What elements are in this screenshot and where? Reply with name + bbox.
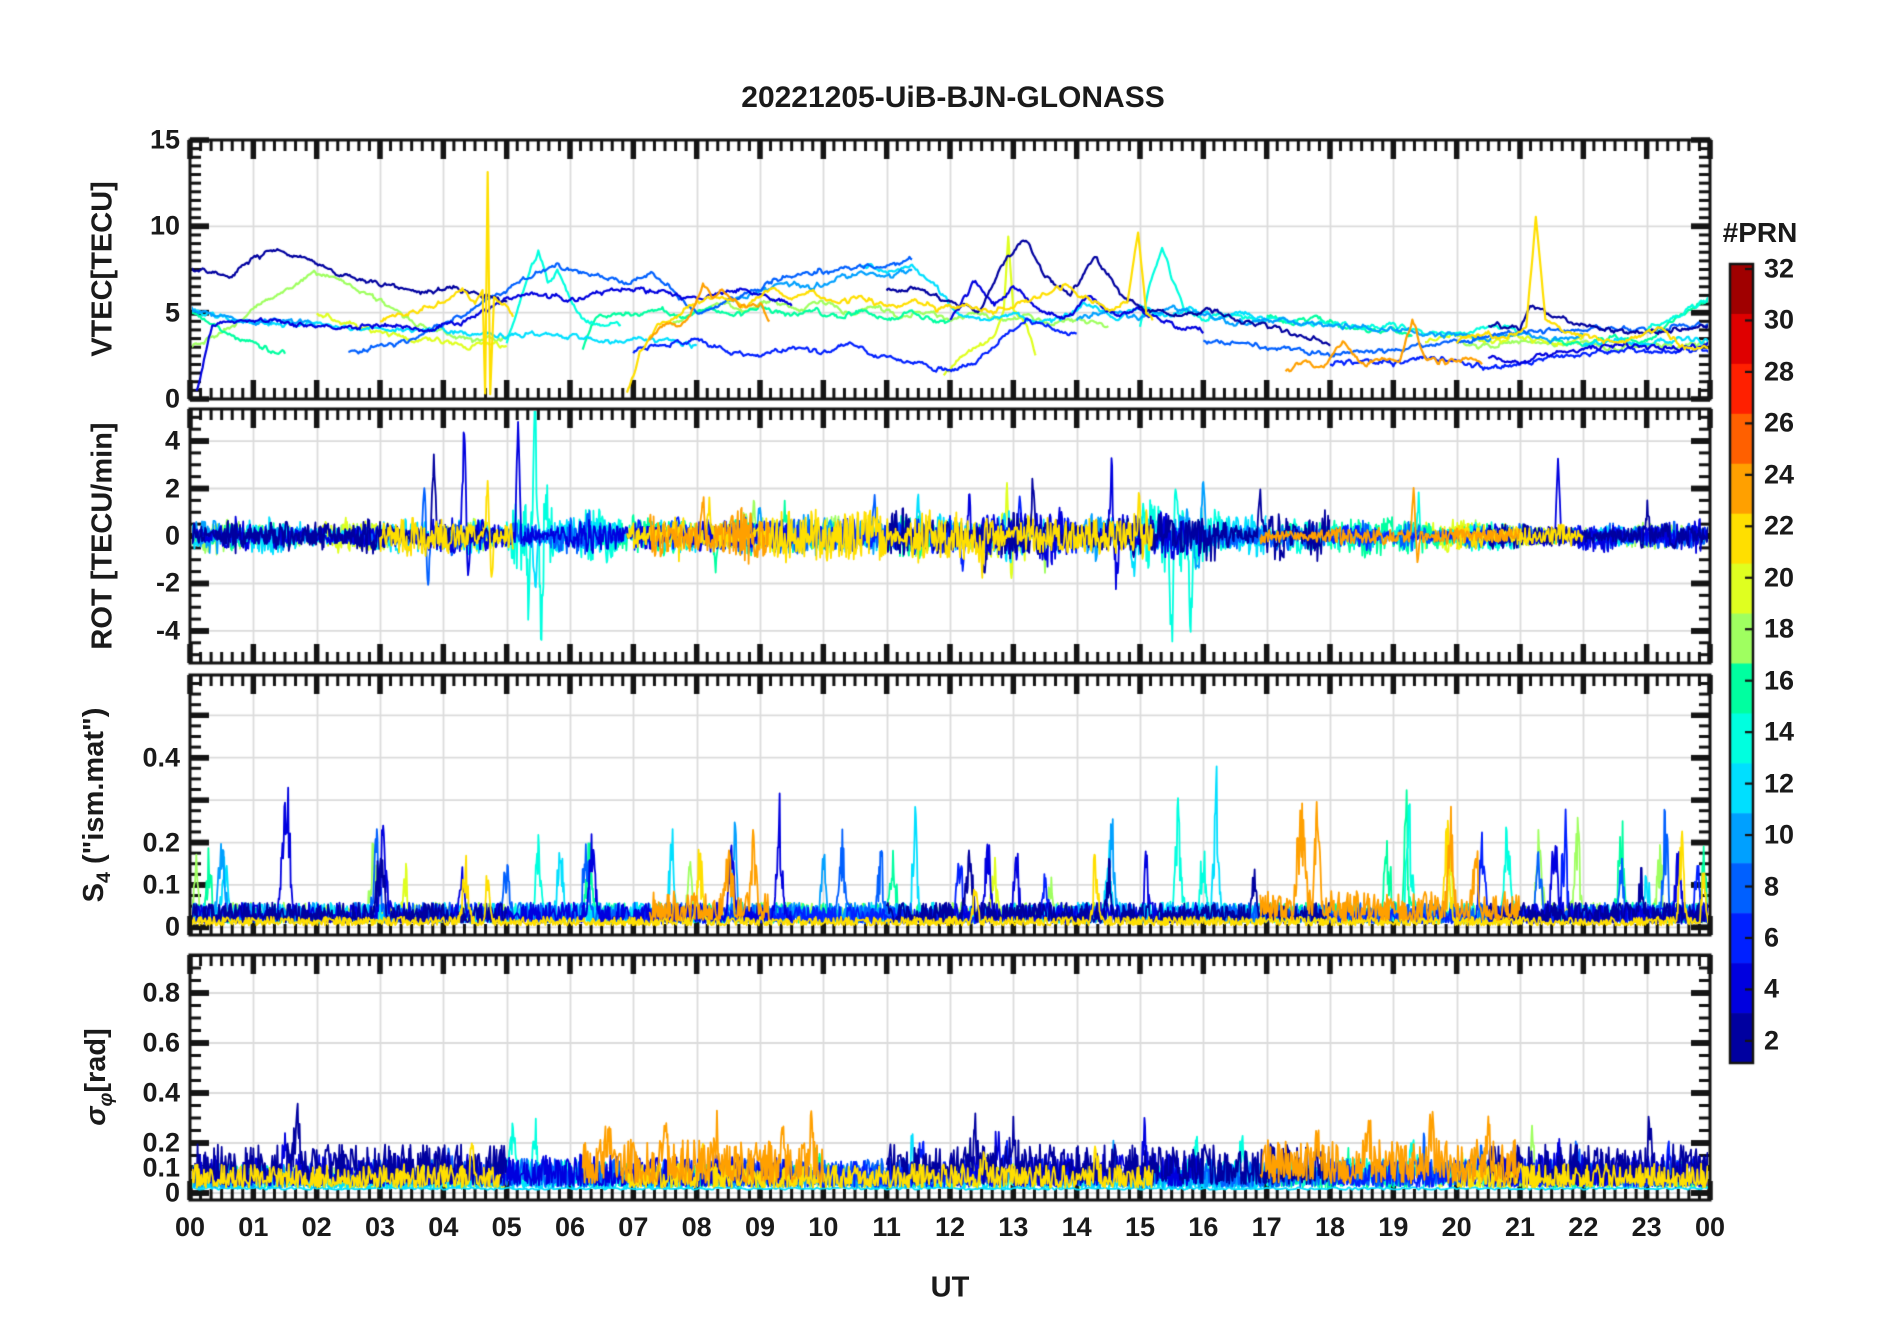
chart-title: 20221205-UiB-BJN-GLONASS — [741, 81, 1165, 114]
x-tick-label: 14 — [1061, 1212, 1092, 1242]
y-tick-label: -4 — [155, 615, 180, 646]
x-tick-label: 04 — [428, 1212, 459, 1242]
x-tick-label: 13 — [998, 1212, 1029, 1242]
x-tick-label: 16 — [1188, 1212, 1219, 1242]
x-tick-label: 18 — [1314, 1212, 1346, 1242]
colorbar-tick-label: 30 — [1764, 304, 1795, 335]
colorbar-title: #PRN — [1722, 217, 1798, 248]
colorbar-tick-label: 16 — [1764, 665, 1795, 696]
x-tick-label: 20 — [1441, 1212, 1472, 1242]
colorbar-tick-label: 4 — [1764, 973, 1780, 1004]
y-tick-label: 0.1 — [142, 869, 180, 900]
colorbar-tick-label: 10 — [1764, 819, 1795, 850]
y-tick-label: 0.8 — [142, 977, 180, 1008]
y-tick-label: 0 — [164, 911, 180, 942]
y-tick-label: 5 — [164, 297, 180, 328]
colorbar-tick-label: 6 — [1764, 922, 1780, 953]
y-tick-label: 0 — [164, 520, 180, 551]
colorbar-tick-label: 22 — [1764, 510, 1795, 541]
x-tick-label: 00 — [1694, 1212, 1726, 1242]
chart-canvas — [0, 0, 1902, 1330]
x-tick-label: 23 — [1631, 1212, 1662, 1242]
x-tick-label: 02 — [301, 1212, 332, 1242]
x-tick-label: 05 — [491, 1212, 522, 1242]
x-tick-label: 03 — [364, 1212, 396, 1242]
colorbar-tick-label: 12 — [1764, 768, 1795, 799]
colorbar-tick-label: 32 — [1764, 253, 1795, 284]
y-tick-label: 2 — [164, 473, 180, 504]
y-tick-label: 15 — [149, 124, 180, 155]
x-tick-label: 15 — [1124, 1212, 1156, 1242]
y-tick-label: 0.6 — [142, 1027, 180, 1058]
y-tick-label: 10 — [149, 210, 180, 241]
colorbar-tick-label: 8 — [1764, 871, 1780, 902]
y-tick-label: 0.4 — [142, 742, 180, 773]
colorbar-tick-label: 28 — [1764, 356, 1795, 387]
colorbar-tick-label: 14 — [1764, 716, 1795, 747]
x-tick-label: 11 — [872, 1212, 901, 1242]
x-axis-label: UT — [930, 1271, 970, 1304]
colorbar-tick-label: 2 — [1764, 1025, 1780, 1056]
colorbar-tick-label: 24 — [1764, 459, 1795, 490]
colorbar-tick-label: 26 — [1764, 407, 1795, 438]
x-tick-label: 17 — [1251, 1212, 1282, 1242]
sigma-label-main: σ — [80, 1106, 113, 1126]
y-tick-label: -2 — [155, 567, 180, 598]
x-tick-label: 08 — [681, 1212, 712, 1242]
y-axis-label-vtec: VTEC[TECU] — [86, 181, 119, 357]
x-tick-label: 09 — [744, 1212, 776, 1242]
y-tick-label: 0 — [164, 383, 180, 414]
x-tick-label: 22 — [1568, 1212, 1599, 1242]
y-tick-label: 0.2 — [142, 827, 180, 858]
x-tick-label: 21 — [1504, 1212, 1536, 1242]
x-tick-label: 00 — [174, 1212, 206, 1242]
y-tick-label: 0.4 — [142, 1077, 180, 1108]
x-tick-label: 12 — [934, 1212, 966, 1242]
x-tick-label: 06 — [554, 1212, 586, 1242]
x-tick-label: 07 — [618, 1212, 649, 1242]
x-tick-label: 19 — [1378, 1212, 1409, 1242]
colorbar-tick-label: 18 — [1764, 613, 1795, 644]
x-tick-label: 01 — [238, 1212, 269, 1242]
y-tick-label: 4 — [164, 425, 180, 456]
y-tick-label: 0.2 — [142, 1127, 180, 1158]
figure: 20221205-UiB-BJN-GLONASS VTEC[TECU] ROT … — [0, 0, 1902, 1330]
x-tick-label: 10 — [808, 1212, 839, 1242]
colorbar-tick-label: 20 — [1764, 562, 1795, 593]
